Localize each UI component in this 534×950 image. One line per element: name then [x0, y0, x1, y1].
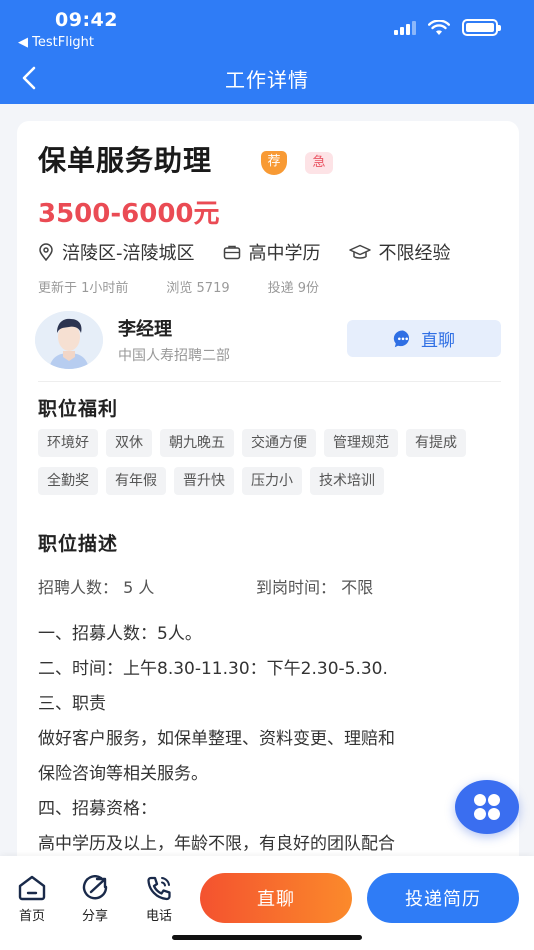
testflight-back-link[interactable]: ◀ TestFlight — [18, 35, 94, 50]
grid-dots-icon — [474, 794, 500, 820]
benefit-tag: 有提成 — [406, 429, 466, 457]
battery-icon — [462, 19, 501, 36]
contact-name: 李经理 — [118, 319, 172, 340]
experience-meta: 不限经验 — [348, 239, 451, 265]
education-meta: 高中学历 — [223, 239, 321, 265]
description-line: 保险咨询等相关服务。 — [38, 764, 208, 784]
urgent-badge: 急 — [305, 152, 333, 174]
home-icon — [18, 875, 46, 901]
status-time: 09:42 — [55, 9, 118, 31]
tab-share-label: 分享 — [81, 909, 108, 924]
benefit-tag: 朝九晚五 — [160, 429, 234, 457]
salary: 3500-6000元 — [38, 199, 220, 229]
experience-text: 不限经验 — [378, 243, 451, 264]
benefit-tag: 管理规范 — [324, 429, 398, 457]
description-line: 四、招募资格： — [38, 799, 157, 819]
status-icons — [394, 19, 501, 36]
chat-bubble-icon — [393, 329, 410, 347]
hire-count: 招聘人数： 5 人 — [38, 578, 155, 597]
benefit-tag: 有年假 — [106, 467, 166, 495]
divider — [38, 381, 501, 382]
application-count: 投递 9份 — [267, 281, 320, 296]
graduation-cap-icon — [348, 244, 371, 259]
bottom-action-bar: 首页 分享 电话 直聊 投递简历 — [0, 856, 534, 950]
tab-phone[interactable]: 电话 — [139, 875, 179, 924]
wifi-icon — [428, 19, 450, 35]
benefit-tag: 双休 — [106, 429, 152, 457]
chat-button[interactable]: 直聊 — [200, 873, 352, 923]
contact-chat-button[interactable]: 直聊 — [347, 320, 501, 357]
description-line: 做好客户服务，如保单整理、资料变更、理赔和 — [38, 729, 395, 749]
location-meta: 涪陵区-涪陵城区 — [38, 239, 195, 265]
job-description: 一、招募人数：5人。二、时间：上午8.30-11.30：下午2.30-5.30.… — [38, 617, 508, 862]
benefit-tag: 技术培训 — [310, 467, 384, 495]
home-indicator — [172, 935, 362, 940]
briefcase-icon — [223, 245, 240, 260]
description-line: 三、职责 — [38, 694, 106, 714]
education-text: 高中学历 — [248, 243, 321, 264]
benefit-tag: 晋升快 — [174, 467, 234, 495]
phone-icon — [147, 876, 171, 901]
share-icon — [82, 875, 108, 900]
description-line: 一、招募人数：5人。 — [38, 624, 202, 644]
header: 09:42 ◀ TestFlight 工作详情 — [0, 0, 534, 104]
job-stats: 更新于 1小时前 浏览 5719 投递 9份 — [38, 277, 319, 296]
job-detail-card: 保单服务助理 荐 急 3500-6000元 涪陵区-涪陵城区 高中学历 不限经验 — [17, 121, 519, 881]
avatar — [35, 311, 103, 369]
location-pin-icon — [39, 243, 53, 261]
tab-home[interactable]: 首页 — [12, 875, 52, 924]
description-title: 职位描述 — [38, 533, 119, 555]
apply-resume-button[interactable]: 投递简历 — [367, 873, 519, 923]
updated-time: 更新于 1小时前 — [38, 281, 129, 296]
benefits-list: 环境好 双休 朝九晚五 交通方便 管理规范 有提成全勤奖 有年假 晋升快 压力小 技术培训 — [38, 429, 508, 495]
tab-share[interactable]: 分享 — [75, 875, 115, 924]
tab-phone-label: 电话 — [145, 909, 172, 924]
contact-chat-label: 直聊 — [421, 331, 455, 351]
view-count: 浏览 5719 — [166, 281, 230, 296]
description-line: 二、时间：上午8.30-11.30：下午2.30-5.30. — [38, 659, 388, 679]
benefit-tag: 交通方便 — [242, 429, 316, 457]
benefit-tag: 环境好 — [38, 429, 98, 457]
floating-menu-button[interactable] — [455, 780, 519, 834]
page-title: 工作详情 — [225, 68, 309, 92]
benefit-tag: 全勤奖 — [38, 467, 98, 495]
start-time: 到岗时间： 不限 — [256, 578, 374, 597]
cellular-signal-icon — [394, 20, 416, 35]
recommend-badge: 荐 — [261, 151, 287, 175]
tab-home-label: 首页 — [18, 909, 45, 924]
contact-org: 中国人寿招聘二部 — [118, 348, 230, 364]
benefits-title: 职位福利 — [38, 398, 119, 420]
benefit-tag: 压力小 — [242, 467, 302, 495]
job-meta: 涪陵区-涪陵城区 高中学历 不限经验 — [38, 239, 479, 265]
job-title: 保单服务助理 — [38, 144, 213, 177]
location-text: 涪陵区-涪陵城区 — [62, 243, 195, 264]
